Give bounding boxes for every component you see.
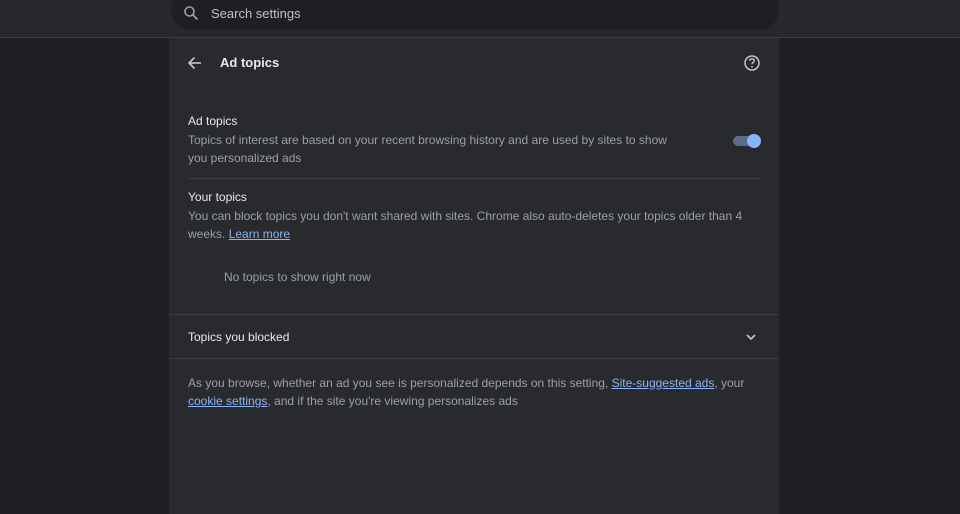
search-box[interactable] (171, 0, 779, 30)
footer-text: , and if the site you're viewing persona… (267, 394, 518, 408)
arrow-left-icon[interactable] (185, 53, 205, 73)
learn-more-link[interactable]: Learn more (229, 227, 290, 241)
footer-text: As you browse, whether an ad you see is … (188, 376, 609, 390)
your-topics-description: You can block topics you don't want shar… (188, 207, 748, 243)
topics-blocked-expander[interactable]: Topics you blocked (169, 315, 779, 358)
help-circle-icon[interactable] (742, 53, 762, 73)
footer-text: , your (714, 376, 745, 390)
page-header: Ad topics (169, 38, 779, 88)
ad-topics-card: Ad topics Ad topics Topics of interest a… (169, 38, 779, 514)
ad-topics-setting-description: Topics of interest are based on your rec… (188, 133, 667, 165)
ad-topics-setting-title: Ad topics (188, 114, 238, 128)
toggle-thumb (747, 134, 761, 148)
chevron-down-icon (746, 334, 756, 341)
your-topics-title: Your topics (188, 190, 247, 204)
search-input[interactable] (211, 3, 731, 23)
personalization-footer-note: As you browse, whether an ad you see is … (188, 374, 763, 410)
cookie-settings-link[interactable]: cookie settings (188, 394, 267, 408)
settings-toolbar (0, 0, 960, 38)
divider (188, 178, 760, 179)
page-title: Ad topics (220, 55, 280, 70)
ad-topics-toggle[interactable] (733, 133, 761, 148)
topics-blocked-title: Topics you blocked (188, 330, 290, 344)
search-icon (184, 6, 198, 20)
no-topics-message: No topics to show right now (224, 270, 371, 284)
divider (169, 358, 779, 359)
site-suggested-ads-link[interactable]: Site-suggested ads (612, 376, 715, 390)
